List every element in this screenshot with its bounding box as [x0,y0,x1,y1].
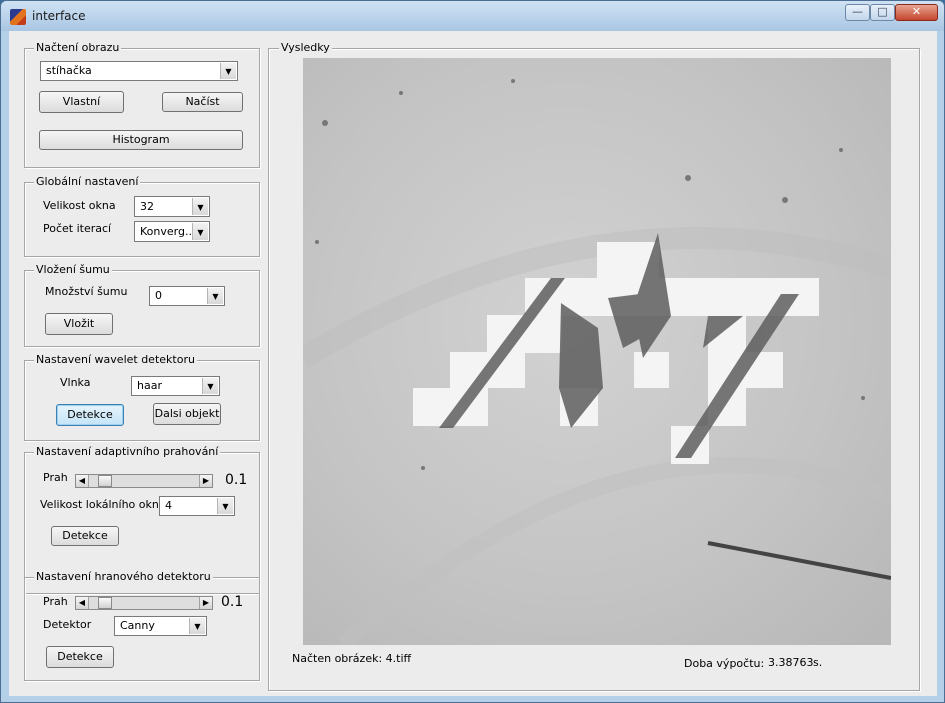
chevron-down-icon: ▼ [217,498,233,514]
right-arrow-icon[interactable]: ▶ [199,475,212,487]
result-image-graphic [303,58,891,645]
wavelet-detector-panel: Nastavení wavelet detektoru Vlnka haar ▼… [24,353,260,441]
wavelet-select[interactable]: haar ▼ [131,376,220,396]
computation-time-value: 3.38763 [768,656,814,669]
detector-value: Canny [120,619,155,632]
panel-title: Nastavení hranového detektoru [34,570,213,583]
slider-thumb[interactable] [97,597,112,609]
slider-thumb[interactable] [97,475,112,487]
iterations-value: Konverg... [140,225,196,238]
local-window-value: 4 [165,499,172,512]
wavelet-value: haar [137,379,162,392]
left-arrow-icon[interactable]: ◀ [76,597,89,609]
left-arrow-icon[interactable]: ◀ [76,475,89,487]
panel-title: Nastavení adaptivního prahování [34,445,221,458]
detector-label: Detektor [43,618,92,631]
insert-noise-button[interactable]: Vložit [45,313,113,335]
client-area: Načtení obrazu stíhačka ▼ Vlastní Načíst… [9,31,937,696]
image-select-value: stíhačka [46,64,92,77]
edge-detector-panel: Nastavení hranového detektoru Prah ◀ ▶ 0… [24,570,260,681]
chevron-down-icon: ▼ [192,223,208,240]
window-size-value: 32 [140,200,154,213]
chevron-down-icon: ▼ [202,378,218,394]
minimize-button[interactable]: — [845,4,870,21]
histogram-button[interactable]: Histogram [39,130,243,150]
window-title: interface [32,9,86,23]
maximize-button[interactable]: □ [870,4,895,21]
panel-title: Vysledky [279,41,332,54]
image-load-panel: Načtení obrazu stíhačka ▼ Vlastní Načíst… [24,41,260,168]
computation-time-label: Doba výpočtu: [684,657,765,670]
global-settings-panel: Globální nastavení Velikost okna 32 ▼ Po… [24,175,260,257]
iterations-select[interactable]: Konverg... ▼ [134,221,210,242]
window-size-label: Velikost okna [43,199,116,212]
close-button[interactable]: ✕ [895,4,938,21]
panel-title: Načtení obrazu [34,41,122,54]
custom-button[interactable]: Vlastní [39,91,124,113]
panel-title: Globální nastavení [34,175,141,188]
panel-title: Nastavení wavelet detektoru [34,353,197,366]
iterations-label: Počet iterací [43,222,112,235]
noise-amount-value: 0 [155,289,162,302]
local-window-label: Velikost lokálního okna [40,498,166,511]
wavelet-label: Vlnka [60,376,91,389]
chevron-down-icon: ▼ [207,288,223,304]
result-image [303,58,891,645]
chevron-down-icon: ▼ [192,198,208,215]
noise-panel: Vložení šumu Množství šumu 0 ▼ Vložit [24,263,260,347]
next-object-button[interactable]: Dalsi objekt [153,403,221,425]
window-size-select[interactable]: 32 ▼ [134,196,210,217]
noise-amount-label: Množství šumu [45,285,128,298]
detector-select[interactable]: Canny ▼ [114,616,207,636]
title-bar[interactable]: interface — □ ✕ [1,1,944,31]
application-window: interface — □ ✕ Načtení obrazu stíhačka … [0,0,945,703]
matlab-app-icon [10,9,26,25]
adaptive-threshold-label: Prah [43,471,68,484]
computation-time-unit: s. [813,656,823,669]
edge-detect-button[interactable]: Detekce [46,646,114,668]
adaptive-threshold-value: 0.1 [225,472,248,488]
panel-title: Vložení šumu [34,263,112,276]
adaptive-threshold-slider[interactable]: ◀ ▶ [75,474,213,488]
chevron-down-icon: ▼ [189,618,205,634]
noise-amount-select[interactable]: 0 ▼ [149,286,225,306]
wavelet-detect-button[interactable]: Detekce [56,404,124,426]
right-arrow-icon[interactable]: ▶ [199,597,212,609]
chevron-down-icon: ▼ [220,63,236,79]
load-button[interactable]: Načíst [162,92,243,112]
image-select[interactable]: stíhačka ▼ [40,61,238,81]
local-window-select[interactable]: 4 ▼ [159,496,235,516]
edge-threshold-slider[interactable]: ◀ ▶ [75,596,213,610]
edge-threshold-label: Prah [43,595,68,608]
loaded-image-label: Načten obrázek: 4.tiff [292,652,412,665]
adaptive-detect-button[interactable]: Detekce [51,526,119,546]
edge-threshold-value: 0.1 [221,594,244,610]
